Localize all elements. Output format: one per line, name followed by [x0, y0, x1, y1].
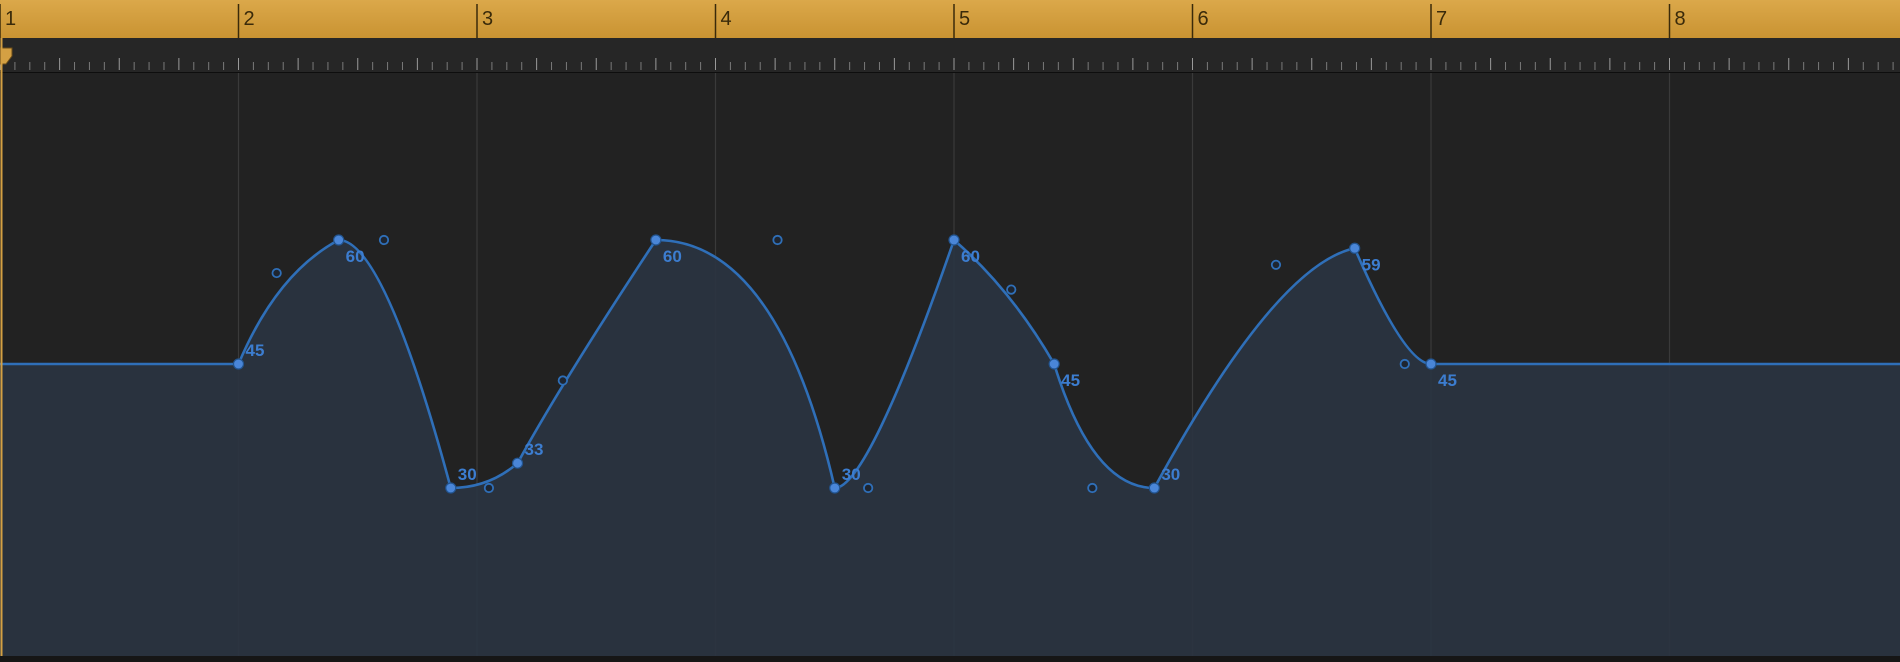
bar-number-label[interactable]: 4 [721, 8, 732, 30]
node-value-label: 33 [525, 440, 544, 459]
automation-node[interactable] [1425, 358, 1437, 370]
automation-node[interactable] [650, 234, 662, 246]
bar-number-label[interactable]: 5 [959, 8, 970, 30]
node-value-label: 45 [1061, 371, 1080, 390]
automation-node[interactable] [333, 234, 345, 246]
curve-handle[interactable] [271, 267, 282, 279]
curve-handle[interactable] [378, 234, 390, 246]
curve-handle[interactable] [863, 482, 874, 494]
bar-number-label[interactable]: 1 [5, 8, 16, 30]
curve-handle[interactable] [483, 482, 495, 494]
automation-node[interactable] [1349, 242, 1361, 254]
automation-node[interactable] [1048, 358, 1060, 370]
automation-node[interactable] [445, 482, 457, 494]
automation-editor: 12345678 45 60 30 33 60 30 60 45 30 59 45 [0, 0, 1900, 662]
curve-handle[interactable] [557, 375, 568, 386]
curve-handle[interactable] [1399, 358, 1410, 370]
curve-handle[interactable] [772, 234, 783, 246]
automation-node[interactable] [829, 482, 841, 494]
node-value-label: 60 [346, 247, 365, 266]
node-value-label: 45 [246, 341, 265, 360]
node-value-label: 30 [458, 465, 477, 484]
bar-number-label[interactable]: 6 [1198, 8, 1209, 30]
node-value-label: 59 [1362, 255, 1381, 274]
bar-number-label[interactable]: 2 [244, 8, 255, 30]
curve-handle[interactable] [1087, 482, 1098, 494]
automation-node[interactable] [511, 457, 524, 469]
node-value-label: 45 [1438, 371, 1457, 390]
node-value-label: 30 [842, 465, 861, 484]
curve-handle[interactable] [1270, 259, 1282, 270]
node-value-label: 60 [961, 247, 980, 266]
bar-number-label[interactable]: 8 [1675, 8, 1686, 30]
bar-number-label[interactable]: 3 [482, 8, 493, 30]
automation-overlay: 12345678 4560303360306045305945 [0, 4, 1900, 656]
bar-number-label[interactable]: 7 [1436, 8, 1447, 30]
node-value-label: 60 [663, 247, 682, 266]
automation-node[interactable] [1148, 482, 1160, 494]
node-value-label: 30 [1161, 465, 1180, 484]
curve-handle[interactable] [1006, 284, 1017, 295]
automation-node[interactable] [232, 358, 245, 370]
automation-fill-area [0, 240, 1900, 656]
automation-node[interactable] [948, 234, 960, 246]
